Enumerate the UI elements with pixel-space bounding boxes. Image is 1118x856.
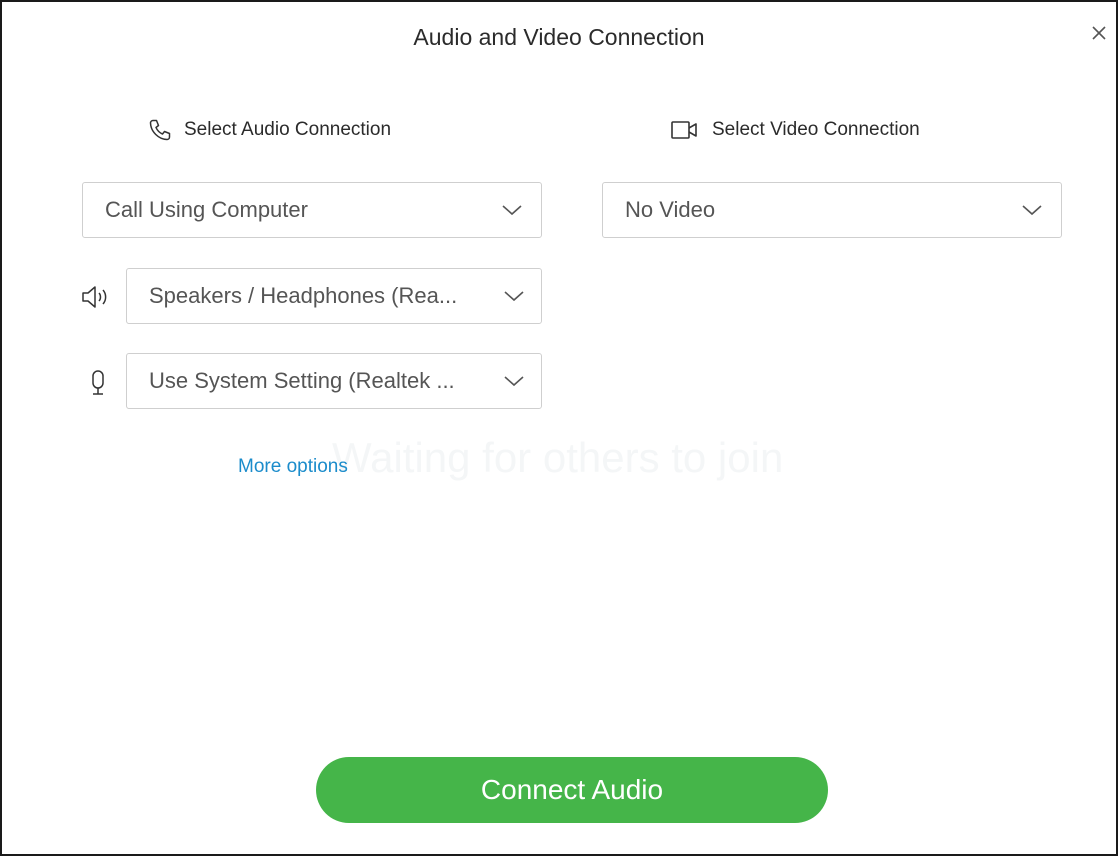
microphone-value: Use System Setting (Realtek ... — [149, 368, 455, 393]
audio-section-label: Select Audio Connection — [184, 119, 392, 140]
close-icon[interactable] — [1088, 22, 1110, 44]
background-status-text: Waiting for others to join — [332, 434, 784, 481]
audio-video-dialog: Audio and Video Connection Waiting for o… — [0, 0, 1118, 856]
dialog-title: Audio and Video Connection — [413, 24, 705, 50]
audio-connection-select[interactable]: Call Using Computer — [82, 182, 542, 238]
speaker-select[interactable]: Speakers / Headphones (Rea... — [126, 268, 542, 324]
video-connection-select[interactable]: No Video — [602, 182, 1062, 238]
speaker-value: Speakers / Headphones (Rea... — [149, 283, 458, 308]
chevron-down-icon — [504, 376, 524, 387]
chevron-down-icon — [502, 205, 522, 216]
connect-audio-button[interactable]: Connect Audio — [316, 757, 828, 823]
audio-section-heading: Select Audio Connection — [148, 114, 391, 146]
more-options-link[interactable]: More options — [238, 456, 348, 478]
video-connection-value: No Video — [625, 197, 716, 222]
phone-icon — [149, 119, 171, 141]
video-section-label: Select Video Connection — [712, 119, 920, 140]
video-section-heading: Select Video Connection — [670, 114, 920, 146]
microphone-select[interactable]: Use System Setting (Realtek ... — [126, 353, 542, 409]
video-camera-icon — [671, 121, 697, 139]
audio-connection-value: Call Using Computer — [105, 197, 308, 222]
chevron-down-icon — [504, 291, 524, 302]
chevron-down-icon — [1022, 205, 1042, 216]
microphone-icon — [92, 370, 104, 395]
speaker-icon — [82, 286, 107, 308]
